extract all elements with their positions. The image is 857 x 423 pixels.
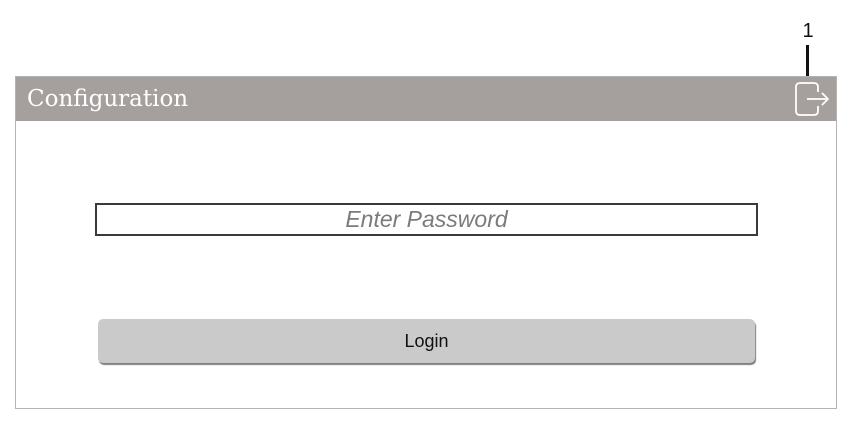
password-input[interactable]: [95, 203, 758, 236]
callout-line: [806, 45, 809, 76]
logout-icon[interactable]: [794, 81, 834, 117]
panel-title: Configuration: [27, 86, 189, 112]
configuration-panel: Configuration Login: [15, 76, 837, 409]
callout-number: 1: [802, 20, 814, 42]
panel-header: Configuration: [16, 77, 836, 121]
login-button[interactable]: Login: [98, 319, 755, 363]
